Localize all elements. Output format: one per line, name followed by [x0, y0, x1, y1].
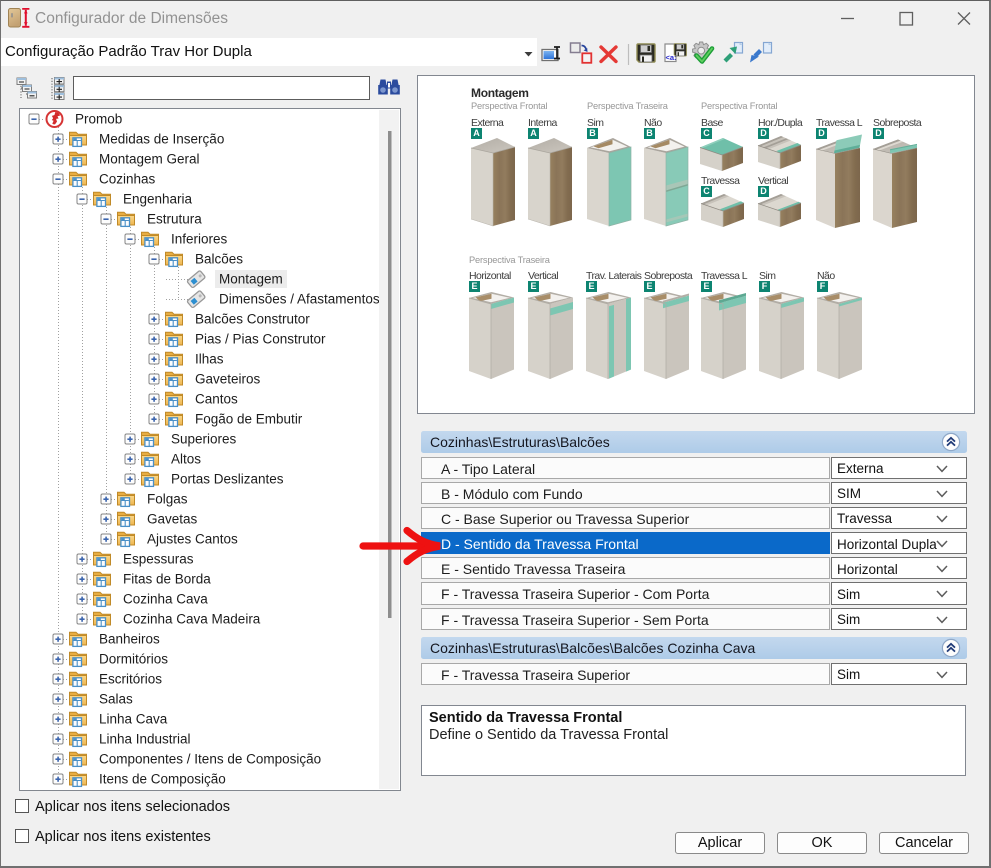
- svg-text:Cozinha Cava: Cozinha Cava: [123, 592, 208, 607]
- svg-text:Dimensões / Afastamentos: Dimensões / Afastamentos: [219, 292, 380, 307]
- svg-text:Balcões: Balcões: [195, 252, 243, 267]
- svg-text:Fogão de Embutir: Fogão de Embutir: [195, 412, 303, 427]
- svg-text:Superiores: Superiores: [171, 432, 237, 447]
- svg-text:Gavetas: Gavetas: [147, 512, 198, 527]
- svg-text:Medidas de Inserção: Medidas de Inserção: [99, 132, 224, 147]
- svg-text:Dormitórios: Dormitórios: [99, 652, 168, 667]
- svg-text:Componentes / Itens de Composi: Componentes / Itens de Composição: [99, 752, 321, 767]
- svg-text:Promob: Promob: [75, 112, 122, 127]
- svg-text:Linha Industrial: Linha Industrial: [99, 732, 191, 747]
- svg-text:Estrutura: Estrutura: [147, 212, 202, 227]
- svg-text:Montagem: Montagem: [219, 272, 283, 287]
- svg-text:Montagem Geral: Montagem Geral: [99, 152, 200, 167]
- svg-text:Banheiros: Banheiros: [99, 632, 160, 647]
- svg-text:Ilhas: Ilhas: [195, 352, 224, 367]
- svg-text:Escritórios: Escritórios: [99, 672, 162, 687]
- svg-text:Cozinhas: Cozinhas: [99, 172, 156, 187]
- svg-text:Engenharia: Engenharia: [123, 192, 193, 207]
- svg-text:Espessuras: Espessuras: [123, 552, 194, 567]
- svg-text:Itens de Composição: Itens de Composição: [99, 772, 226, 787]
- svg-text:Ajustes Cantos: Ajustes Cantos: [147, 532, 238, 547]
- svg-text:Balcões Construtor: Balcões Construtor: [195, 312, 310, 327]
- svg-text:Pias / Pias Construtor: Pias / Pias Construtor: [195, 332, 326, 347]
- svg-text:Inferiores: Inferiores: [171, 232, 228, 247]
- svg-text:Gaveteiros: Gaveteiros: [195, 372, 261, 387]
- svg-text:Salas: Salas: [99, 692, 133, 707]
- svg-text:Altos: Altos: [171, 452, 201, 467]
- svg-text:Cantos: Cantos: [195, 392, 238, 407]
- svg-text:Cozinha Cava Madeira: Cozinha Cava Madeira: [123, 612, 261, 627]
- svg-text:Linha Cava: Linha Cava: [99, 712, 168, 727]
- svg-text:Portas Deslizantes: Portas Deslizantes: [171, 472, 284, 487]
- svg-text:Folgas: Folgas: [147, 492, 188, 507]
- svg-text:Fitas de Borda: Fitas de Borda: [123, 572, 211, 587]
